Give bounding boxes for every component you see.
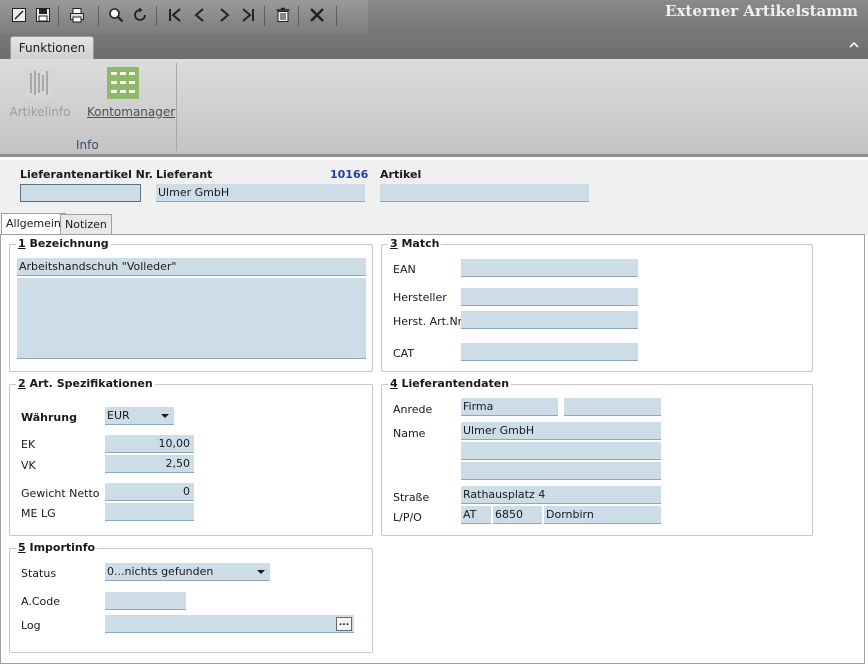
chevron-up-icon[interactable]	[848, 39, 860, 51]
name1-input[interactable]: Ulmer GmbH	[461, 422, 661, 440]
status-label: Status	[21, 567, 57, 580]
herst-artnr-label: Herst. Art.Nr	[393, 315, 463, 328]
gewicht-label: Gewicht Netto	[21, 487, 100, 500]
kontomanager-icon	[107, 67, 139, 99]
hersteller-label: Hersteller	[393, 291, 447, 304]
edit-icon[interactable]	[10, 6, 28, 24]
me-lg-label: ME LG	[21, 507, 56, 520]
toolbar-separator	[336, 6, 337, 26]
group-spezifikationen: 2 Art. Spezifikationen Währung EUR EK 10…	[9, 377, 373, 536]
anrede-input[interactable]: Firma	[461, 398, 558, 416]
group-title: 1 Bezeichnung	[16, 237, 111, 250]
log-input[interactable]: ...	[105, 615, 354, 633]
herst-artnr-input[interactable]	[461, 311, 638, 329]
ribbon-tab-funktionen[interactable]: Funktionen	[10, 36, 94, 59]
delete-icon[interactable]	[274, 6, 292, 24]
group-title: 5 Importinfo	[16, 541, 98, 554]
ek-input[interactable]: 10,00	[105, 435, 194, 453]
window-title: Externer Artikelstamm	[665, 2, 858, 20]
first-record-icon[interactable]	[166, 6, 184, 24]
lieferant-number-link[interactable]: 10166	[330, 168, 368, 181]
title-bar: Externer Artikelstamm	[0, 0, 868, 34]
artikel-input[interactable]	[380, 184, 589, 202]
plz-input[interactable]: 6850	[493, 506, 542, 524]
ribbon-group-separator	[176, 63, 177, 151]
artikelinfo-button[interactable]: Artikelinfo	[4, 67, 76, 127]
header-fields: Lieferantenartikel Nr. Lieferant 10166 U…	[0, 160, 868, 215]
acode-label: A.Code	[21, 595, 60, 608]
artikel-label: Artikel	[380, 168, 422, 181]
ean-label: EAN	[393, 263, 416, 276]
lpo-label: L/P/O	[393, 511, 422, 524]
ribbon-group-label: Info	[76, 138, 99, 152]
kontomanager-button[interactable]: Kontomanager	[87, 67, 176, 127]
content-panel: 1 Bezeichnung Arbeitshandschuh "Volleder…	[0, 234, 865, 664]
name3-input[interactable]	[461, 462, 661, 480]
name-label: Name	[393, 427, 426, 440]
toolbar-separator	[298, 6, 299, 26]
hersteller-input[interactable]	[461, 288, 638, 306]
ek-label: EK	[21, 438, 36, 451]
search-icon[interactable]	[107, 6, 125, 24]
tab-allgemein[interactable]: Allgemein	[1, 213, 66, 235]
ribbon-tab-row: Funktionen	[0, 34, 868, 59]
close-icon[interactable]	[308, 6, 326, 24]
artikelinfo-icon	[24, 67, 56, 99]
refresh-icon[interactable]	[131, 6, 149, 24]
name2-input[interactable]	[461, 442, 661, 460]
anrede2-input[interactable]	[564, 398, 661, 416]
ribbon-panel: Artikelinfo Kontomanager Info	[0, 59, 868, 157]
last-record-icon[interactable]	[239, 6, 257, 24]
group-title: 2 Art. Spezifikationen	[16, 377, 155, 390]
strasse-input[interactable]: Rathausplatz 4	[461, 486, 661, 504]
vk-input[interactable]: 2,50	[105, 455, 194, 473]
log-label: Log	[21, 619, 41, 632]
bezeichnung-text-area[interactable]	[17, 278, 366, 359]
toolbar-separator	[98, 6, 99, 26]
bezeichnung-line1-input[interactable]: Arbeitshandschuh "Volleder"	[17, 258, 366, 276]
kontomanager-label: Kontomanager	[87, 105, 176, 119]
waehrung-select[interactable]: EUR	[105, 407, 174, 425]
waehrung-value: EUR	[107, 409, 130, 422]
status-select[interactable]: 0...nichts gefunden	[105, 563, 270, 581]
anrede-label: Anrede	[393, 403, 433, 416]
ean-input[interactable]	[461, 259, 638, 277]
next-record-icon[interactable]	[215, 6, 233, 24]
lieferantenartikel-label: Lieferantenartikel Nr.	[20, 168, 153, 181]
chevron-down-icon	[161, 414, 169, 418]
acode-input[interactable]	[105, 592, 186, 610]
toolbar	[0, 0, 368, 34]
group-bezeichnung: 1 Bezeichnung Arbeitshandschuh "Volleder…	[9, 237, 373, 372]
group-title: 3 Match	[388, 237, 442, 250]
chevron-down-icon	[257, 570, 265, 574]
waehrung-label: Währung	[21, 411, 77, 424]
me-lg-input[interactable]	[105, 503, 194, 521]
toolbar-separator	[58, 6, 59, 26]
cat-label: CAT	[393, 347, 415, 360]
group-match: 3 Match EAN Hersteller Herst. Art.Nr CAT	[381, 237, 813, 372]
print-icon[interactable]	[68, 6, 86, 24]
group-title: 4 Lieferantendaten	[388, 377, 512, 390]
gewicht-input[interactable]: 0	[105, 483, 194, 501]
toolbar-separator	[156, 6, 157, 26]
previous-record-icon[interactable]	[191, 6, 209, 24]
tab-notizen[interactable]: Notizen	[60, 214, 112, 235]
status-value: 0...nichts gefunden	[107, 565, 214, 578]
land-input[interactable]: AT	[461, 506, 491, 524]
lieferantenartikel-input[interactable]	[20, 184, 141, 202]
group-importinfo: 5 Importinfo Status 0...nichts gefunden …	[9, 541, 373, 653]
cat-input[interactable]	[461, 343, 638, 361]
strasse-label: Straße	[393, 491, 430, 504]
group-lieferantendaten: 4 Lieferantendaten Anrede Firma Name Ulm…	[381, 377, 813, 536]
content-tab-strip: Allgemein Notizen	[0, 213, 868, 235]
lieferant-label: Lieferant	[156, 168, 213, 181]
toolbar-separator	[264, 6, 265, 26]
artikelinfo-label: Artikelinfo	[9, 105, 71, 119]
ort-input[interactable]: Dornbirn	[544, 506, 661, 524]
lieferant-input[interactable]: Ulmer GmbH	[156, 184, 365, 202]
ellipsis-button[interactable]: ...	[336, 617, 352, 631]
save-icon[interactable]	[34, 6, 52, 24]
vk-label: VK	[21, 459, 36, 472]
